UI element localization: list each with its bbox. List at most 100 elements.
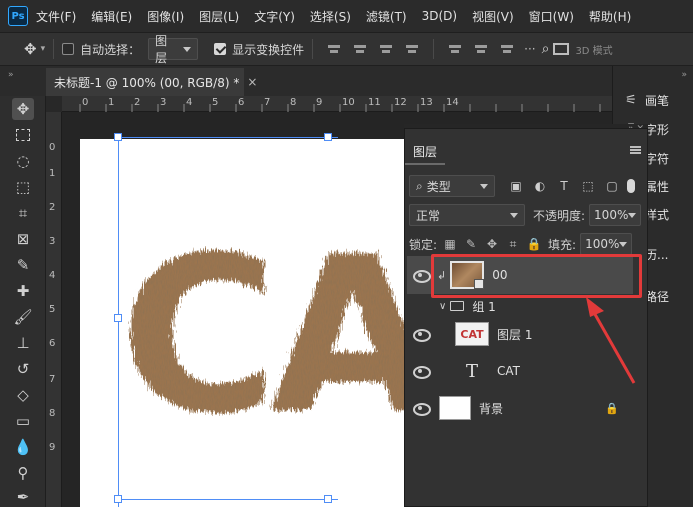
layer-filter-dropdown[interactable]: ⌕ 类型 [409,175,495,197]
filter-smart-object-icon[interactable]: ▢ [603,178,621,194]
ruler-left-label: 6 [49,338,56,349]
lock-label: 锁定: [409,237,438,252]
pen-tool-icon[interactable]: ✒ [12,486,34,507]
lasso-tool-icon[interactable]: ◌ [12,150,34,172]
transform-handle-top-left[interactable] [114,133,122,141]
visibility-eye-icon[interactable] [411,327,431,342]
menu-image[interactable]: 图像(I) [147,8,184,25]
crop-tool-icon[interactable]: ⌗ [12,202,34,224]
close-icon[interactable]: × [247,75,257,89]
layer-thumbnail-cat: CAT [455,322,489,346]
menu-file[interactable]: 文件(F) [36,8,76,25]
layer-name: 背景 [479,401,504,416]
layer-filter-row: ⌕ 类型 ▣ ◐ T ⬚ ▢ [409,175,643,197]
eraser-tool-icon[interactable]: ◇ [12,384,34,406]
menu-edit[interactable]: 编辑(E) [91,8,132,25]
show-transform-checkbox[interactable] [214,43,227,55]
fill-input[interactable]: 100% [580,233,633,255]
align-bottom-icon[interactable] [500,42,514,56]
document-tab-title: 未标题-1 @ 100% (00, RGB/8) * [54,75,240,90]
text-layer-icon: T [465,360,478,382]
stamp-tool-icon[interactable]: ⊥ [12,332,34,354]
more-options-icon[interactable]: ··· [524,42,535,56]
filter-type-icon[interactable]: T [555,178,573,194]
menu-layer[interactable]: 图层(L) [199,8,239,25]
blur-tool-icon[interactable]: 💧 [12,436,34,458]
search-icon[interactable]: ⌕ [542,41,550,57]
visibility-eye-icon[interactable] [411,364,431,379]
ruler-ticks [79,104,601,112]
lock-pixels-icon[interactable]: ✎ [463,236,479,252]
align-right-icon[interactable] [379,42,393,56]
menu-window[interactable]: 窗口(W) [529,8,574,25]
highlight-box [431,254,642,298]
align-top-icon[interactable] [448,42,462,56]
chevron-down-icon[interactable]: ∨ [439,301,446,312]
lock-artboard-icon[interactable]: ⌗ [505,236,521,252]
align-center-icon[interactable] [353,42,367,56]
move-tool-icon[interactable]: ✥ [24,40,37,58]
lock-all-icon[interactable]: 🔒 [526,236,542,252]
filter-pixel-icon[interactable]: ▣ [507,178,525,194]
visibility-eye-icon[interactable] [411,268,431,283]
dock-label: 属性 [645,180,670,194]
frame-tool-icon[interactable]: ⊠ [12,228,34,250]
transform-box-bottom [118,499,338,500]
menu-view[interactable]: 视图(V) [472,8,514,25]
tool-preset-chevron-icon[interactable]: ▾ [41,44,46,54]
workspace-icon[interactable] [553,43,570,55]
auto-select-target-value: 图层 [155,34,168,65]
align-left-icon[interactable] [327,42,341,56]
lock-position-icon[interactable]: ✥ [484,236,500,252]
dock-brush-settings[interactable]: ⚟ 画笔 [621,92,669,109]
menu-help[interactable]: 帮助(H) [589,8,631,25]
marquee-tool-icon[interactable] [12,124,34,146]
layer-name: 组 1 [472,299,496,314]
filter-adjustment-icon[interactable]: ◐ [531,178,549,194]
photoshop-logo-icon: Ps [8,6,28,26]
blend-mode-dropdown[interactable]: 正常 [409,204,525,226]
lock-fill-row: 锁定: ▦ ✎ ✥ ⌗ 🔒 填充: 100% [409,233,643,255]
menu-bar: Ps 文件(F) 编辑(E) 图像(I) 图层(L) 文字(Y) 选择(S) 滤… [0,0,693,32]
options-divider [53,39,55,59]
history-brush-tool-icon[interactable]: ↺ [12,358,34,380]
transform-handle-middle-left[interactable] [114,314,122,322]
transform-handle-bottom-left[interactable] [114,495,122,503]
panel-menu-icon[interactable] [630,146,641,154]
distribute-icon[interactable] [405,42,419,56]
transform-handle-bottom-middle[interactable] [324,495,332,503]
ruler-top-label: 6 [238,97,245,108]
eyedropper-tool-icon[interactable]: ✎ [12,254,34,276]
collapse-dock-icon[interactable]: » [681,70,687,80]
menu-type[interactable]: 文字(Y) [254,8,295,25]
transform-handle-top-middle[interactable] [324,133,332,141]
opacity-input[interactable]: 100% [589,204,642,226]
dodge-tool-icon[interactable]: ⚲ [12,462,34,484]
align-middle-icon[interactable] [474,42,488,56]
chevron-down-icon [628,212,637,218]
visibility-eye-icon[interactable] [411,401,431,416]
menu-3d[interactable]: 3D(D) [422,9,457,23]
auto-select-checkbox[interactable] [62,43,75,55]
filter-toggle-icon[interactable] [627,179,635,193]
ruler-top-label: 11 [368,97,381,108]
gradient-tool-icon[interactable]: ▭ [12,410,34,432]
move-tool-icon[interactable]: ✥ [12,98,34,120]
layers-panel-tab[interactable]: 图层 [405,139,445,165]
ruler-left-label: 1 [49,168,56,179]
document-tab[interactable]: 未标题-1 @ 100% (00, RGB/8) * × [46,68,257,96]
horizontal-ruler: 0 1 2 3 4 5 6 7 8 9 10 11 12 13 14 [62,96,612,112]
quick-select-tool-icon[interactable]: ⬚ [12,176,34,198]
transform-box-left [118,137,119,507]
lock-transparency-icon[interactable]: ▦ [442,236,458,252]
healing-brush-tool-icon[interactable]: ✚ [12,280,34,302]
ruler-left-label: 7 [49,374,56,385]
auto-select-target-dropdown[interactable]: 图层 [148,34,199,65]
filter-shape-icon[interactable]: ⬚ [579,178,597,194]
brush-tool-icon[interactable]: 🖌 [12,306,34,328]
ruler-top-label: 0 [82,97,89,108]
menu-select[interactable]: 选择(S) [310,8,351,25]
menu-filter[interactable]: 滤镜(T) [366,8,407,25]
collapse-toolbar-icon[interactable]: » [8,70,14,80]
ruler-left-label: 4 [49,270,56,281]
